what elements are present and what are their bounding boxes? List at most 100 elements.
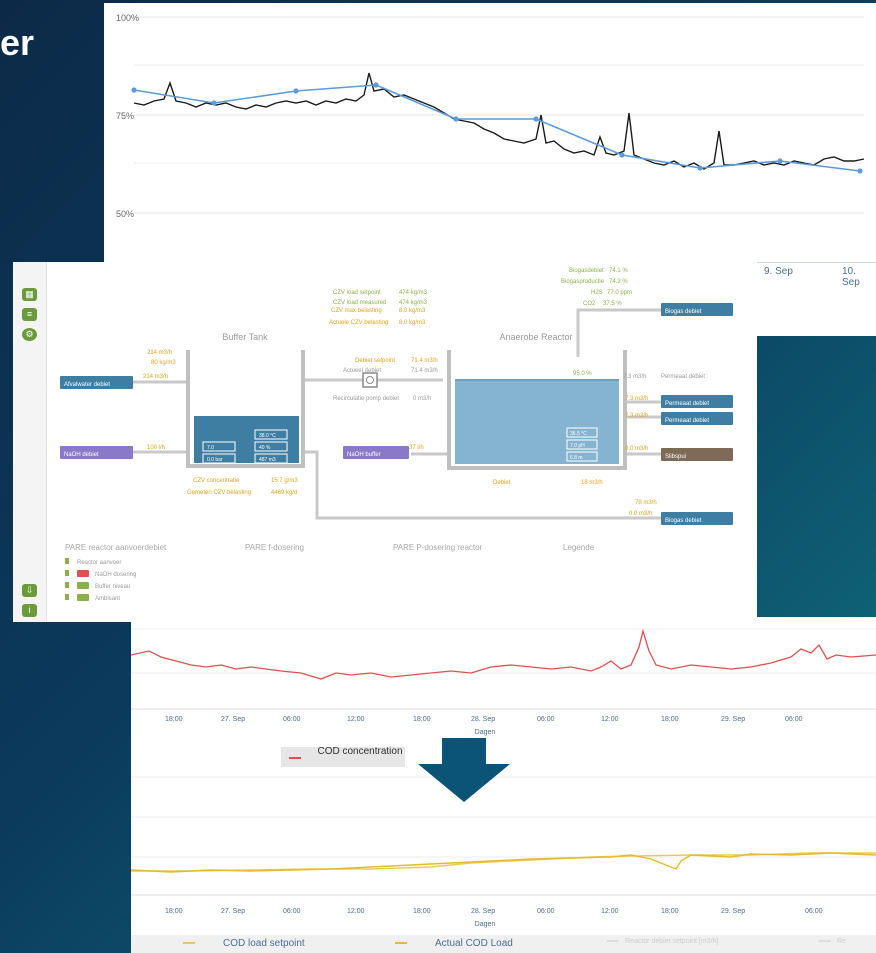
load-xt-6: 06:00 [537, 908, 555, 915]
cod-xt-7: 12:00 [601, 716, 619, 723]
top-chart-card: 100% 75% 50% [104, 3, 876, 268]
x-tick-10sep: 10. Sep [842, 266, 860, 288]
toggle-switch-buffer[interactable] [77, 582, 89, 589]
czv-load-label: Gemeten CZV belasting [187, 490, 251, 496]
legend-re-text: Re [837, 938, 846, 945]
y-tick-100: 100% [116, 13, 139, 23]
toggle-switch-naoh[interactable] [77, 570, 89, 577]
legend-cod-setpoint-swatch [183, 942, 195, 945]
biogas-val-3: 0.0 m3/h [629, 511, 652, 517]
permeaat-debiet-2-text: Permeaat debiet [665, 418, 709, 424]
naoh-val: 100 l/h [147, 445, 165, 451]
load-xt-2: 06:00 [283, 908, 301, 915]
load-xt-8: 18:00 [661, 908, 679, 915]
pump-icon[interactable] [362, 372, 378, 388]
afvalwater-debiet-text: Afvalwater debiet [64, 382, 110, 388]
naoh-buffer-text: NaOH buffer [347, 452, 381, 458]
cod-xt-0: 18:00 [165, 716, 183, 723]
load-xt-3: 12:00 [347, 908, 365, 915]
toggle-list: Reactor aanvoer NaOH dosering Buffer niv… [65, 558, 136, 602]
biogas-debiet-text: Biogas debiet [665, 309, 702, 315]
czv-load-value: 4469 kg/d [271, 490, 297, 496]
afval-val-2: 80 kg/m3 [151, 360, 176, 366]
gas-l3-v: 8.0 kg/m3 [399, 308, 426, 314]
legend-re-swatch [819, 940, 831, 943]
y-tick-50: 50% [116, 209, 134, 219]
r-l1-v: 74.1 % [609, 268, 628, 274]
debiet-setpoint-label: Debiet setpoint [355, 358, 395, 364]
permeaat-debiet-1-text: Permeaat debiet [665, 401, 709, 407]
cod-xt-1: 27. Sep [221, 716, 245, 723]
x-tick-9sep: 9. Sep [764, 266, 793, 277]
reactor-val-a: 36.5 °C [570, 431, 587, 437]
reactor-val-b: 7.0 pH [570, 443, 585, 449]
perm-total-label: Permeaat debiet [661, 374, 705, 380]
buffer-tank-label: Buffer Tank [222, 332, 268, 342]
top-chart-svg: 100% 75% 50% [116, 13, 865, 219]
process-panel: ▦ ≡ ⚙ ⇩ i Buffer Tank Anaerobe Reactor A… [13, 262, 757, 622]
actual-debiet-value: 71.4 m3/h [411, 368, 438, 374]
biogas-val-2: 78 m3/h [635, 500, 657, 506]
legend-reactor-debiet-text: Reactor debiet setpoint [m3/h] [625, 938, 719, 945]
legend-actual-cod[interactable]: Actual COD Load [395, 938, 513, 949]
process-diagram: Buffer Tank Anaerobe Reactor Afvalwater … [60, 268, 733, 602]
tank-val-a: 38.0 °C [259, 433, 276, 439]
cod-xt-4: 18:00 [413, 716, 431, 723]
gas-l4: Actuele CZV belasting [329, 320, 388, 326]
load-xt-5: 28. Sep [471, 908, 495, 915]
recirc-label: Recirculatie pomp debiet [333, 396, 399, 402]
gas-l4-v: 8.0 kg/m3 [399, 320, 426, 326]
load-x-ticks: 18:00 27. Sep 06:00 12:00 18:00 28. Sep … [165, 908, 823, 915]
r-l2-v: 74.3 % [609, 279, 628, 285]
load-xt-0: 18:00 [165, 908, 183, 915]
load-xt-9: 29. Sep [721, 908, 745, 915]
y-tick-75: 75% [116, 111, 134, 121]
slibspui-text: Slibspui [665, 454, 686, 460]
actual-debiet-label: Actueel debiet [343, 368, 381, 374]
toggle-naoh: NaOH dosering [95, 572, 136, 578]
tank-val-e: 487 m3 [259, 457, 276, 463]
cod-xt-10: 06:00 [785, 716, 803, 723]
section-p-dosering: PARE P-dosering reactor [393, 543, 483, 552]
legend-actual-cod-swatch [395, 942, 407, 945]
toggle-reactor-aanvoer: Reactor aanvoer [77, 560, 121, 566]
legend-reactor-debiet-swatch [607, 940, 619, 943]
reactor-label: Anaerobe Reactor [499, 332, 572, 342]
naoh-buffer-val: 37 l/h [409, 445, 424, 451]
section-reactor-aanvoerdebiet: PARE reactor aanvoerdebiet [65, 543, 167, 552]
tank-val-c: 40 % [259, 445, 271, 451]
legend-cod-setpoint[interactable]: COD load setpoint [183, 938, 305, 949]
czv-conc-label: CZV concentratie [193, 478, 240, 484]
r-l4-v: 37.5 % [603, 301, 622, 307]
gas-l2: CZV load measured [333, 300, 386, 306]
debiet-out-label: Debiet [493, 480, 511, 486]
legend-cod-setpoint-text: COD load setpoint [223, 938, 305, 949]
reactor-val-c: 6.8 m [570, 455, 583, 461]
toggle-switch-ambisant[interactable] [77, 594, 89, 601]
naoh-debiet-text: NaOH debiet [64, 452, 99, 458]
gas-l1-v: 474 kg/m3 [399, 290, 428, 296]
cod-legend-swatch [289, 757, 301, 759]
series-blue-markers [131, 82, 863, 174]
perm-2-val: 7.3 m3/h [625, 413, 648, 419]
toggle-buffer: Buffer niveau [95, 584, 130, 590]
biogas-debiet-2-text: Biogas debiet [665, 518, 702, 524]
legend-reactor-debiet[interactable]: Reactor debiet setpoint [m3/h] [607, 938, 718, 945]
cod-load-setpoint-line [131, 852, 876, 872]
r-l1: Biogasdebiet [569, 268, 604, 274]
load-legend-row: COD load setpoint Actual COD Load Reacto… [131, 935, 876, 953]
reactor-top-val: 95.0 % [573, 371, 592, 377]
toggle-ambisant: Ambisant [95, 596, 120, 602]
slib-val: 0.0 m3/h [625, 446, 648, 452]
tank-val-d: 0.0 bar [207, 457, 223, 463]
series-black-line [133, 72, 865, 170]
cod-legend[interactable]: COD concentration [281, 747, 405, 767]
legend-re[interactable]: Re [819, 938, 846, 945]
afval-val-3: 214 m3/h [143, 374, 168, 380]
perm-total-value: 7.3 m3/h [623, 374, 646, 380]
load-x-label: Dagen [475, 921, 496, 928]
tank-val-b: 7.0 [207, 445, 214, 451]
gas-l1: CZV load setpoint [333, 290, 381, 296]
top-chart-xaxis-strip: 9. Sep 10. Sep [756, 262, 876, 336]
load-xt-1: 27. Sep [221, 908, 245, 915]
